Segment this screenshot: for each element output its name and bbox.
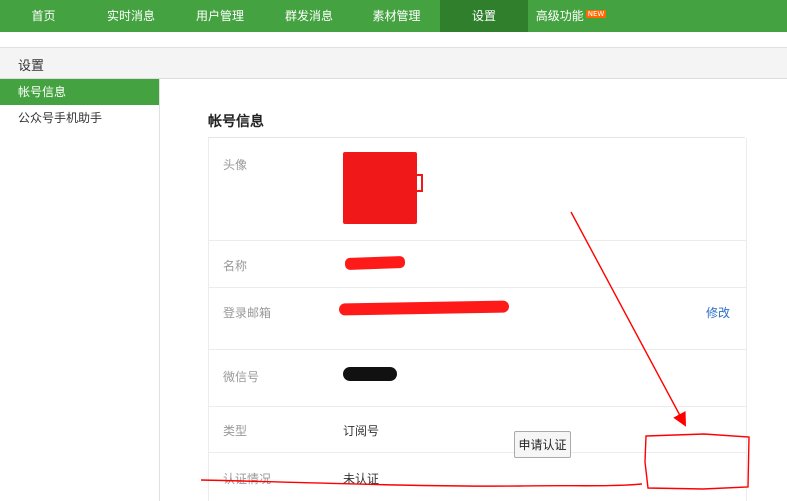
- avatar: [343, 152, 423, 224]
- page-title: 设置: [18, 59, 45, 74]
- apply-verification-button[interactable]: 申请认证: [514, 431, 571, 458]
- nav-item-mass-messages[interactable]: 群发消息: [265, 0, 353, 32]
- edit-email-link[interactable]: 修改: [706, 304, 730, 321]
- type-row: 类型 订阅号: [209, 406, 746, 453]
- page-title-bar: 设置: [0, 48, 787, 79]
- sidebar-item-account-info[interactable]: 帐号信息: [0, 79, 159, 105]
- wechat-id-label: 微信号: [223, 370, 260, 384]
- settings-shell: 设置 帐号信息 公众号手机助手 帐号信息 头像 名称 登录邮箱 修改 微信号 类…: [0, 47, 787, 501]
- avatar-label: 头像: [223, 158, 248, 172]
- top-nav: 首页 实时消息 用户管理 群发消息 素材管理 设置 高级功能 NEW: [0, 0, 787, 32]
- type-value: 订阅号: [343, 424, 380, 438]
- sidebar: 帐号信息 公众号手机助手: [0, 79, 160, 501]
- nav-item-label: 群发消息: [284, 9, 333, 23]
- section-title: 帐号信息: [208, 114, 264, 130]
- redacted-wechat-id: [343, 367, 397, 381]
- verification-label: 认证情况: [223, 472, 272, 486]
- nav-item-user-management[interactable]: 用户管理: [175, 0, 265, 32]
- nav-item-home[interactable]: 首页: [0, 0, 87, 32]
- sidebar-item-mobile-assistant[interactable]: 公众号手机助手: [0, 105, 159, 131]
- name-row: 名称: [209, 240, 746, 288]
- wechat-id-row: 微信号: [209, 349, 746, 407]
- email-row: 登录邮箱 修改: [209, 287, 746, 350]
- type-label: 类型: [223, 424, 248, 438]
- main-content: 帐号信息 头像 名称 登录邮箱 修改 微信号 类型 订阅号 认证情况 未认证: [160, 79, 787, 501]
- verification-value: 未认证: [343, 472, 380, 486]
- sidebar-item-label: 公众号手机助手: [18, 111, 103, 125]
- redacted-email: [338, 300, 510, 316]
- nav-item-label: 首页: [31, 9, 56, 23]
- nav-item-label: 素材管理: [372, 9, 421, 23]
- account-info-panel: 头像 名称 登录邮箱 修改 微信号 类型 订阅号 认证情况 未认证: [208, 138, 747, 501]
- sidebar-item-label: 帐号信息: [18, 85, 67, 99]
- nav-item-settings[interactable]: 设置: [440, 0, 528, 32]
- nav-item-advanced[interactable]: 高级功能 NEW: [528, 0, 614, 32]
- name-label: 名称: [223, 259, 248, 273]
- verification-row: 认证情况 未认证: [209, 452, 746, 501]
- nav-item-material-management[interactable]: 素材管理: [353, 0, 440, 32]
- nav-item-label: 高级功能: [535, 9, 584, 23]
- nav-item-label: 用户管理: [195, 9, 244, 23]
- nav-item-label: 实时消息: [106, 9, 155, 23]
- redacted-name: [344, 255, 406, 271]
- email-label: 登录邮箱: [223, 306, 272, 320]
- avatar-row: 头像: [209, 138, 746, 241]
- nav-item-label: 设置: [471, 9, 496, 23]
- nav-item-realtime-messages[interactable]: 实时消息: [87, 0, 175, 32]
- new-badge: NEW: [585, 10, 607, 18]
